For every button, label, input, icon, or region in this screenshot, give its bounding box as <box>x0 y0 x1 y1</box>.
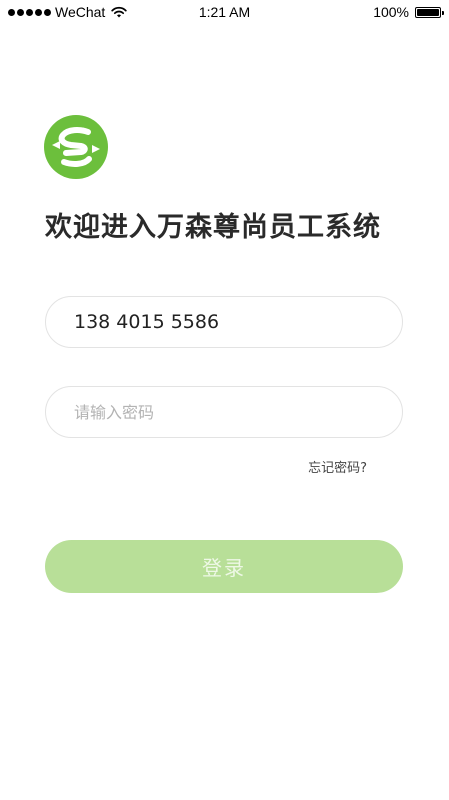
password-field-wrapper <box>45 386 403 438</box>
login-button[interactable]: 登录 <box>45 540 403 593</box>
status-right: 100% <box>373 4 444 20</box>
phone-input[interactable] <box>46 297 402 347</box>
page-title: 欢迎进入万森尊尚员工系统 <box>45 212 381 243</box>
forgot-password-link[interactable]: 忘记密码? <box>308 457 367 476</box>
phone-field-wrapper <box>45 296 403 348</box>
battery-icon <box>415 6 444 18</box>
password-input[interactable] <box>46 387 402 437</box>
status-bar: WeChat 1:21 AM 100% <box>0 0 449 24</box>
logo-icon <box>44 115 108 179</box>
battery-percent: 100% <box>373 4 409 20</box>
